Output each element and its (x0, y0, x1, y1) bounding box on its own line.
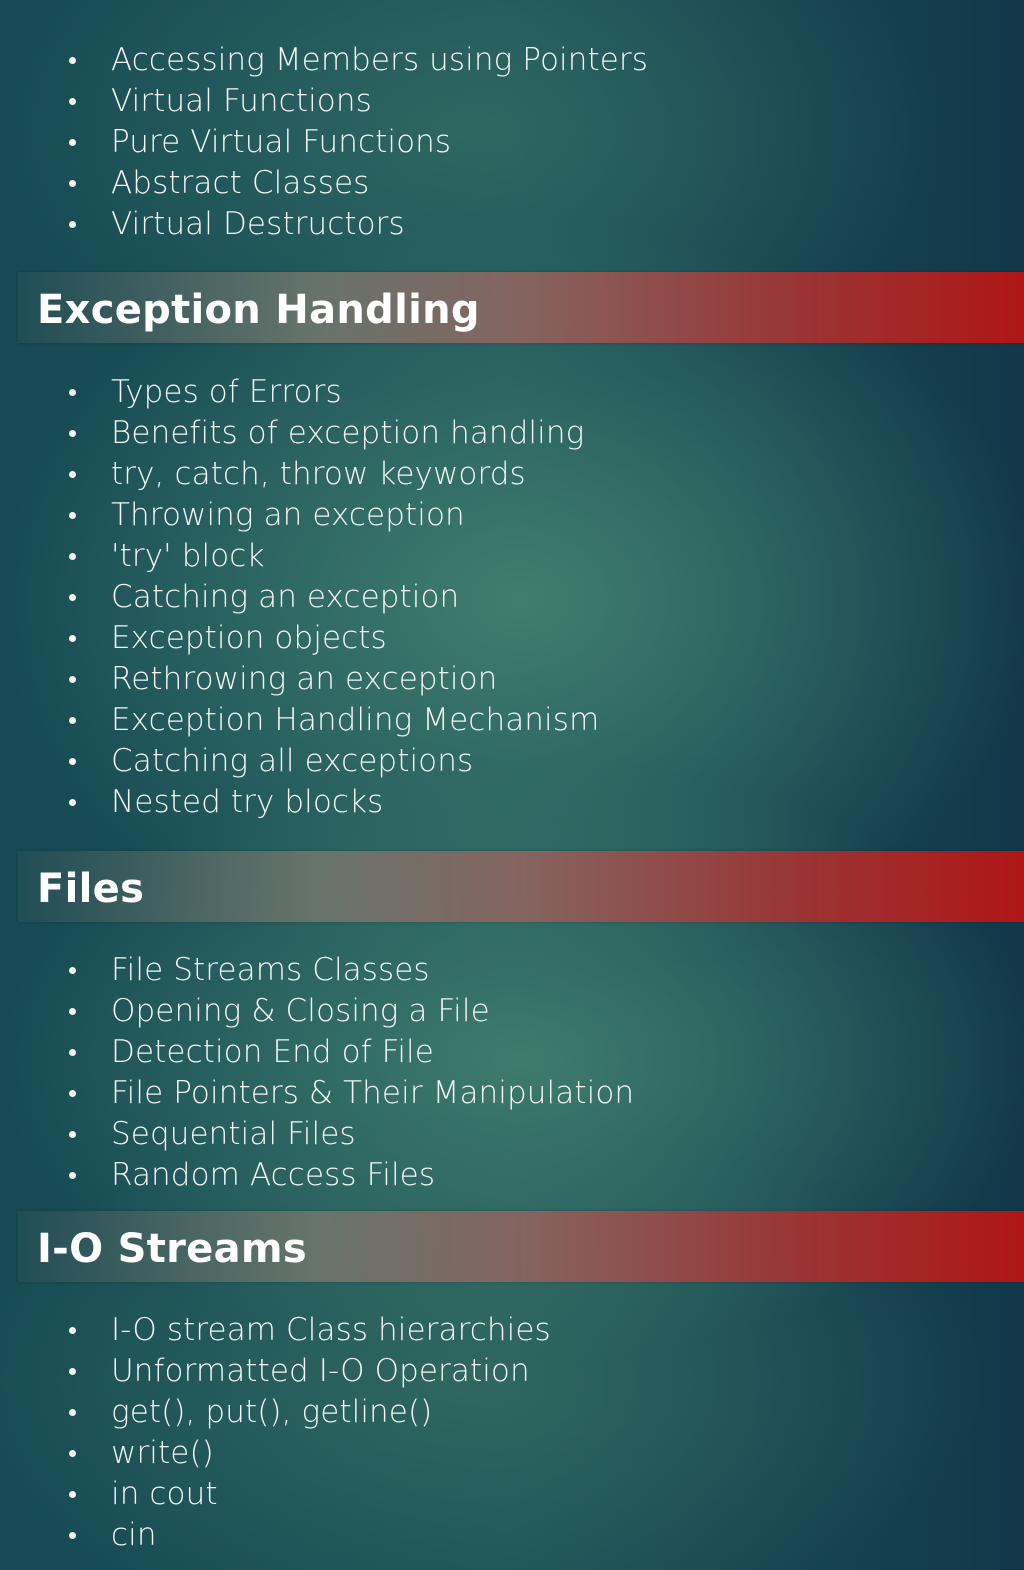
bullet-icon (69, 967, 76, 974)
list-item-text: Virtual Destructors (111, 206, 405, 242)
list-item: Nested try blocks (0, 782, 1024, 823)
list-item-text: Virtual Functions (111, 83, 372, 119)
list-item-text: write() (111, 1435, 214, 1471)
list-item-text: Nested try blocks (111, 784, 384, 820)
topic-list: Accessing Members using Pointers Virtual… (0, 40, 1024, 245)
list-item-text: Exception Handling Mechanism (111, 702, 600, 738)
list-item: Accessing Members using Pointers (0, 40, 1024, 81)
bullet-icon (69, 1008, 76, 1015)
list-item-text: Exception objects (111, 620, 387, 656)
bullet-icon (69, 471, 76, 478)
list-item: Virtual Functions (0, 81, 1024, 122)
list-item: try, catch, throw keywords (0, 454, 1024, 495)
list-item: Pure Virtual Functions (0, 122, 1024, 163)
list-item: Virtual Destructors (0, 204, 1024, 245)
bullet-icon (69, 1532, 76, 1539)
list-item-text: Rethrowing an exception (111, 661, 498, 697)
list-item: in cout (0, 1474, 1024, 1515)
section-banner-files: Files (18, 851, 1024, 922)
section-io-streams: I-O stream Class hierarchies Unformatted… (0, 1310, 1024, 1556)
list-item-text: Catching an exception (111, 579, 460, 615)
list-item-text: Opening & Closing a File (111, 993, 490, 1029)
list-item-text: Detection End of File (111, 1034, 434, 1070)
bullet-icon (69, 430, 76, 437)
bullet-icon (69, 1368, 76, 1375)
list-item-text: in cout (111, 1476, 218, 1512)
list-item: Detection End of File (0, 1032, 1024, 1073)
list-item: File Streams Classes (0, 950, 1024, 991)
section-heading: Exception Handling (37, 287, 480, 333)
bullet-icon (69, 799, 76, 806)
list-item: File Pointers & Their Manipulation (0, 1073, 1024, 1114)
list-item-text: Benefits of exception handling (111, 415, 585, 451)
section-heading: Files (37, 866, 145, 912)
bullet-icon (69, 676, 76, 683)
section-heading: I-O Streams (37, 1226, 307, 1272)
bullet-icon (69, 1450, 76, 1457)
list-item: Catching all exceptions (0, 741, 1024, 782)
list-item-text: Types of Errors (111, 374, 342, 410)
topic-list: File Streams Classes Opening & Closing a… (0, 950, 1024, 1196)
list-item: write() (0, 1433, 1024, 1474)
list-item: I-O stream Class hierarchies (0, 1310, 1024, 1351)
list-item: Abstract Classes (0, 163, 1024, 204)
bullet-icon (69, 1491, 76, 1498)
list-item-text: 'try' block (111, 538, 265, 574)
list-item-text: try, catch, throw keywords (111, 456, 526, 492)
bullet-icon (69, 57, 76, 64)
list-item-text: Pure Virtual Functions (111, 124, 452, 160)
list-item: Exception Handling Mechanism (0, 700, 1024, 741)
bullet-icon (69, 553, 76, 560)
bullet-icon (69, 635, 76, 642)
list-item-text: Catching all exceptions (111, 743, 474, 779)
bullet-icon (69, 1409, 76, 1416)
list-item-text: File Pointers & Their Manipulation (111, 1075, 635, 1111)
list-item: Exception objects (0, 618, 1024, 659)
list-item-text: cin (111, 1517, 157, 1553)
list-item: 'try' block (0, 536, 1024, 577)
bullet-icon (69, 221, 76, 228)
bullet-icon (69, 758, 76, 765)
topic-list: Types of Errors Benefits of exception ha… (0, 372, 1024, 823)
section-files: File Streams Classes Opening & Closing a… (0, 950, 1024, 1196)
list-item: Unformatted I-O Operation (0, 1351, 1024, 1392)
list-item-text: Random Access Files (111, 1157, 436, 1193)
bullet-icon (69, 717, 76, 724)
list-item: Types of Errors (0, 372, 1024, 413)
list-item-text: Accessing Members using Pointers (111, 42, 649, 78)
bullet-icon (69, 1131, 76, 1138)
list-item: Benefits of exception handling (0, 413, 1024, 454)
list-item: cin (0, 1515, 1024, 1556)
list-item-text: Throwing an exception (111, 497, 465, 533)
list-item-text: Unformatted I-O Operation (111, 1353, 530, 1389)
list-item-text: Sequential Files (111, 1116, 356, 1152)
bullet-icon (69, 1090, 76, 1097)
section-polymorphism-continued: Accessing Members using Pointers Virtual… (0, 40, 1024, 245)
list-item: Rethrowing an exception (0, 659, 1024, 700)
list-item: Opening & Closing a File (0, 991, 1024, 1032)
list-item-text: I-O stream Class hierarchies (111, 1312, 551, 1348)
list-item: get(), put(), getline() (0, 1392, 1024, 1433)
bullet-icon (69, 1327, 76, 1334)
bullet-icon (69, 512, 76, 519)
list-item-text: get(), put(), getline() (111, 1394, 433, 1430)
bullet-icon (69, 98, 76, 105)
bullet-icon (69, 139, 76, 146)
bullet-icon (69, 1172, 76, 1179)
bullet-icon (69, 389, 76, 396)
topic-list: I-O stream Class hierarchies Unformatted… (0, 1310, 1024, 1556)
list-item: Catching an exception (0, 577, 1024, 618)
list-item: Random Access Files (0, 1155, 1024, 1196)
list-item: Sequential Files (0, 1114, 1024, 1155)
section-banner-exception-handling: Exception Handling (18, 272, 1024, 343)
bullet-icon (69, 180, 76, 187)
list-item-text: Abstract Classes (111, 165, 370, 201)
bullet-icon (69, 594, 76, 601)
list-item-text: File Streams Classes (111, 952, 430, 988)
bullet-icon (69, 1049, 76, 1056)
list-item: Throwing an exception (0, 495, 1024, 536)
section-banner-io-streams: I-O Streams (18, 1211, 1024, 1282)
section-exception-handling: Types of Errors Benefits of exception ha… (0, 372, 1024, 823)
